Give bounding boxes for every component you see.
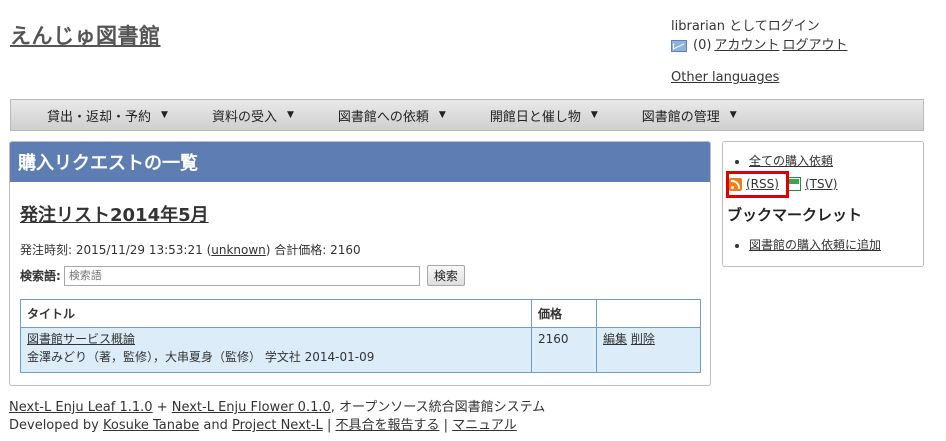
- title-cell: 図書館サービス概論 金澤みどり（著，監修），大串夏身（監修） 学文社 2014-…: [20, 327, 532, 373]
- order-time: 2015/11/29 13:53:21: [75, 243, 203, 257]
- footer-line-1: Next-L Enju Leaf 1.1.0 + Next-L Enju Flo…: [9, 399, 545, 417]
- sidebar-list: 全ての購入依頼: [723, 152, 923, 169]
- footer-and: and: [199, 418, 232, 433]
- price-cell: 2160: [531, 327, 597, 373]
- site-title[interactable]: えんじゅ図書館: [10, 20, 161, 50]
- order-user-link[interactable]: unknown: [211, 243, 266, 257]
- other-languages-link[interactable]: Other languages: [671, 70, 779, 85]
- report-bug-link[interactable]: 不具合を報告する: [335, 418, 439, 433]
- caret-down-icon: ▼: [161, 110, 168, 120]
- sidebar-item-bookmarklet: 図書館の購入依頼に追加: [749, 236, 881, 253]
- nav-item-events[interactable]: 開館日と催し物 ▼: [462, 106, 614, 125]
- mail-icon[interactable]: [671, 39, 687, 52]
- page-title: 購入リクエストの一覧: [10, 142, 710, 182]
- nav-item-circulation[interactable]: 貸出・返却・予約 ▼: [11, 106, 184, 125]
- bookmarklet-title: ブックマークレット: [727, 206, 863, 224]
- sidebar-item-all-requests: 全ての購入依頼: [749, 152, 923, 169]
- nav-item-acquisition[interactable]: 資料の受入 ▼: [184, 106, 310, 125]
- nav-label: 開館日と催し物: [489, 109, 581, 125]
- message-count: (0): [693, 38, 712, 53]
- enju-leaf-link[interactable]: Next-L Enju Leaf 1.1.0: [9, 400, 153, 415]
- account-link[interactable]: アカウント: [714, 36, 779, 55]
- footer-plus: +: [152, 400, 172, 415]
- table-header-row: タイトル 価格: [20, 299, 701, 328]
- footer-desc: , オープンソース統合図書館システム: [330, 400, 546, 415]
- footer-sep: |: [439, 418, 453, 433]
- book-title-link[interactable]: 図書館サービス概論: [27, 332, 135, 346]
- actions-cell: 編集 削除: [596, 327, 701, 373]
- project-link[interactable]: Project Next-L: [232, 418, 323, 433]
- book-detail: 金澤みどり（著，監修），大串夏身（監修） 学文社 2014-01-09: [27, 350, 375, 364]
- nav-item-requests[interactable]: 図書館への依頼 ▼: [310, 106, 462, 125]
- rss-highlight-box: [726, 171, 789, 198]
- caret-down-icon: ▼: [286, 110, 294, 120]
- manual-link[interactable]: マニュアル: [452, 418, 517, 433]
- nav-item-management[interactable]: 図書館の管理 ▼: [614, 106, 753, 125]
- spreadsheet-icon[interactable]: [786, 177, 801, 191]
- developed-by: Developed by: [9, 418, 103, 433]
- column-header-price: 価格: [531, 299, 597, 328]
- purchase-request-table: タイトル 価格 図書館サービス概論 金澤みどり（著，監修），大串夏身（監修） 学…: [20, 299, 701, 373]
- column-header-title: タイトル: [20, 299, 532, 328]
- total-price-value: 2160: [330, 243, 361, 257]
- bookmarklet-link[interactable]: 図書館の購入依頼に追加: [749, 238, 881, 252]
- search-label: 検索語:: [20, 269, 61, 283]
- enju-flower-link[interactable]: Next-L Enju Flower 0.1.0: [172, 400, 331, 415]
- user-box: librarian としてログイン (0) アカウント ログアウト: [671, 17, 847, 55]
- edit-link[interactable]: 編集: [603, 332, 627, 346]
- all-requests-link[interactable]: 全ての購入依頼: [749, 154, 833, 168]
- nav-label: 図書館への依頼: [337, 109, 429, 125]
- caret-down-icon: ▼: [590, 110, 598, 120]
- caret-down-icon: ▼: [438, 110, 446, 120]
- nav-label: 貸出・返却・予約: [47, 109, 152, 125]
- search-button[interactable]: 検索: [426, 265, 465, 286]
- bookmarklet-list: 図書館の購入依頼に追加: [723, 236, 881, 253]
- order-list-title[interactable]: 発注リスト2014年5月: [20, 201, 209, 227]
- total-price-label: 合計価格:: [270, 243, 331, 257]
- search-form: 検索語: 検索: [20, 265, 465, 286]
- footer-line-2: Developed by Kosuke Tanabe and Project N…: [9, 417, 545, 435]
- order-info: 発注時刻: 2015/11/29 13:53:21 (unknown) 合計価格…: [20, 241, 361, 258]
- table-row: 図書館サービス概論 金澤みどり（著，監修），大串夏身（監修） 学文社 2014-…: [20, 327, 701, 373]
- order-time-label: 発注時刻:: [20, 243, 76, 257]
- caret-down-icon: ▼: [729, 110, 737, 120]
- nav-label: 資料の受入: [211, 109, 277, 125]
- footer-sep: |: [322, 418, 336, 433]
- delete-link[interactable]: 削除: [631, 332, 655, 346]
- logout-link[interactable]: ログアウト: [782, 36, 847, 55]
- main-navbar: 貸出・返却・予約 ▼ 資料の受入 ▼ 図書館への依頼 ▼ 開館日と催し物 ▼ 図書館の管…: [10, 99, 924, 131]
- footer: Next-L Enju Leaf 1.1.0 + Next-L Enju Flo…: [9, 399, 545, 435]
- column-header-actions: [596, 299, 701, 328]
- tsv-link[interactable]: (TSV): [805, 177, 838, 191]
- login-status: librarian としてログイン: [671, 19, 820, 34]
- search-input[interactable]: [63, 265, 420, 286]
- sidebar: 全ての購入依頼 (RSS) (TSV) ブックマークレット 図書館の購入依頼に追…: [722, 141, 924, 267]
- nav-label: 図書館の管理: [641, 109, 720, 125]
- author-link[interactable]: Kosuke Tanabe: [103, 418, 199, 433]
- main-content: 購入リクエストの一覧 発注リスト2014年5月 発注時刻: 2015/11/29…: [9, 141, 711, 386]
